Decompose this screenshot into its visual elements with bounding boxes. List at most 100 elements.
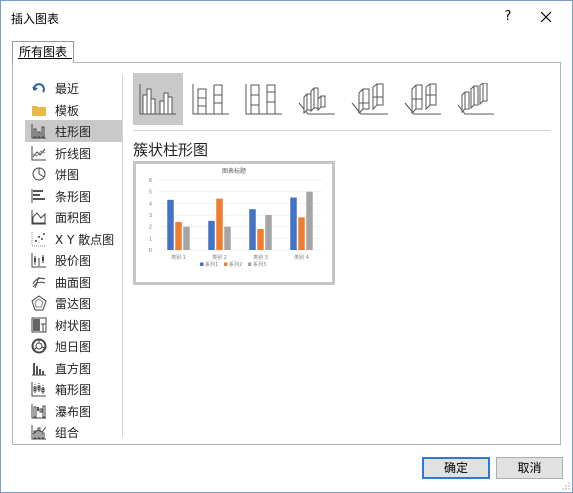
3d-percent-stacked-column-icon — [404, 83, 441, 115]
sidebar-item-scatter[interactable]: X Y 散点图 — [25, 228, 123, 250]
line-chart-icon — [31, 145, 46, 160]
sidebar-item-label: 直方图 — [55, 361, 92, 376]
sidebar-item-label: X Y 散点图 — [55, 232, 115, 247]
treemap-chart-icon — [31, 317, 47, 332]
legend-swatch — [200, 262, 204, 266]
histogram-chart-icon — [32, 362, 46, 375]
sidebar-item-recent[interactable]: 最近 — [25, 77, 123, 99]
sidebar-item-label: 柱形图 — [55, 125, 92, 139]
tab-label: 所有图表 — [19, 45, 68, 59]
bar-3-4 — [306, 191, 313, 250]
bar-chart-icon — [31, 188, 45, 203]
y-tick-label: 3 — [149, 213, 152, 219]
chart-subtype-gallery — [133, 73, 553, 125]
sidebar-item-surface[interactable]: 曲面图 — [25, 271, 123, 293]
stock-chart-icon — [31, 253, 46, 268]
sidebar-item-combo[interactable]: 组合 — [25, 421, 123, 443]
bar-3-3 — [265, 215, 272, 250]
sidebar-item-label: 曲面图 — [55, 275, 92, 290]
sidebar-item-box-whisker[interactable]: 箱形图 — [25, 378, 123, 400]
sidebar-item-label: 股价图 — [55, 254, 92, 268]
sidebar-item-bar[interactable]: 条形图 — [25, 185, 123, 207]
bar-2-2 — [216, 198, 223, 250]
y-tick-label: 0 — [149, 248, 152, 254]
3d-stacked-column-button[interactable] — [345, 73, 395, 125]
bar-2-4 — [298, 217, 305, 250]
bar-3-2 — [224, 226, 231, 250]
y-tick-label: 6 — [149, 178, 152, 184]
chart-category-list: 最近 模板 柱形图 折线图 饼图 条形图 面积图 X Y 散点图 股价图 曲面图… — [25, 77, 123, 443]
chart-title: 图表标题 — [222, 167, 246, 175]
dialog-title: 插入图表 — [11, 12, 60, 26]
sidebar-item-label: 组合 — [55, 426, 80, 440]
y-tick-label: 1 — [149, 236, 152, 242]
3d-percent-stacked-column-button[interactable] — [398, 73, 448, 125]
sidebar-item-column[interactable]: 柱形图 — [25, 120, 123, 142]
combo-chart-icon — [31, 425, 47, 440]
stacked-column-button[interactable] — [186, 73, 236, 125]
percent-stacked-column-button[interactable] — [239, 73, 289, 125]
clustered-column-icon — [139, 84, 176, 115]
bar-1-2 — [208, 220, 215, 250]
sidebar-item-stock[interactable]: 股价图 — [25, 249, 123, 271]
chart-preview: 图表标题 0 1 2 3 4 5 6 类别 1 类别 2 类别 3 类别 4 系列1 系列2 系列3 — [133, 161, 335, 285]
bar-1-4 — [290, 197, 297, 250]
gallery-divider — [133, 130, 551, 131]
tab-all-charts[interactable]: 所有图表 — [12, 41, 75, 63]
sunburst-chart-icon — [31, 338, 47, 354]
resize-grip-icon[interactable] — [562, 482, 570, 490]
ok-button[interactable]: 确定 — [422, 457, 490, 479]
insert-chart-dialog: 插入图表 ? 所有图表 最近 模板 柱形图 折线图 饼图 条形图 面积图 X Y… — [0, 0, 573, 493]
x-tick-label: 类别 3 — [253, 254, 268, 261]
3d-column-button[interactable] — [451, 73, 501, 125]
bar-2-3 — [257, 229, 264, 250]
panel-divider — [122, 75, 123, 437]
legend-swatch — [224, 262, 228, 266]
sidebar-item-area[interactable]: 面积图 — [25, 206, 123, 228]
sidebar-item-label: 模板 — [55, 103, 80, 118]
column-chart-icon — [31, 124, 46, 139]
3d-clustered-column-button[interactable] — [292, 73, 342, 125]
sidebar-item-label: 雷达图 — [55, 297, 92, 311]
sidebar-item-pie[interactable]: 饼图 — [25, 163, 123, 185]
bar-3-1 — [183, 226, 190, 250]
sidebar-item-waterfall[interactable]: 瀑布图 — [25, 400, 123, 422]
bar-1-1 — [167, 199, 174, 250]
sidebar-item-label: 树状图 — [55, 318, 92, 333]
waterfall-chart-icon — [31, 403, 46, 418]
sidebar-item-label: 折线图 — [55, 146, 92, 161]
sidebar-item-treemap[interactable]: 树状图 — [25, 314, 123, 336]
x-tick-label: 类别 1 — [171, 254, 186, 261]
3d-column-icon — [457, 83, 494, 115]
sidebar-item-radar[interactable]: 雷达图 — [25, 292, 123, 314]
chart-subtype-title: 簇状柱形图 — [133, 141, 209, 159]
percent-stacked-column-icon — [245, 84, 282, 115]
help-button[interactable]: ? — [493, 5, 523, 29]
3d-stacked-column-icon — [351, 83, 388, 115]
close-button[interactable] — [531, 5, 561, 29]
cancel-button[interactable]: 取消 — [496, 457, 563, 479]
preview-chart: 图表标题 0 1 2 3 4 5 6 类别 1 类别 2 类别 3 类别 4 系列1 系列2 系列3 — [149, 167, 322, 268]
legend-label: 系列1 — [205, 261, 218, 268]
sidebar-item-histogram[interactable]: 直方图 — [25, 357, 123, 379]
legend-label: 系列2 — [229, 261, 242, 268]
y-tick-label: 2 — [149, 225, 152, 231]
surface-chart-icon — [32, 276, 46, 288]
bar-2-1 — [175, 222, 182, 250]
stacked-column-icon — [192, 84, 229, 115]
3d-clustered-column-icon — [298, 87, 335, 115]
clustered-column-button[interactable] — [133, 73, 183, 125]
radar-chart-icon — [31, 295, 47, 311]
title-bar: 插入图表 ? — [1, 1, 572, 33]
bar-1-3 — [249, 209, 256, 250]
pie-chart-icon — [32, 167, 46, 181]
y-tick-label: 4 — [149, 201, 152, 207]
recent-icon — [32, 83, 45, 93]
sidebar-item-templates[interactable]: 模板 — [25, 99, 123, 121]
sidebar-item-line[interactable]: 折线图 — [25, 142, 123, 164]
sidebar-item-sunburst[interactable]: 旭日图 — [25, 335, 123, 357]
sidebar-item-label: 箱形图 — [55, 383, 92, 397]
area-chart-icon — [31, 210, 46, 225]
folder-icon — [32, 105, 46, 116]
x-tick-label: 类别 2 — [212, 254, 227, 261]
